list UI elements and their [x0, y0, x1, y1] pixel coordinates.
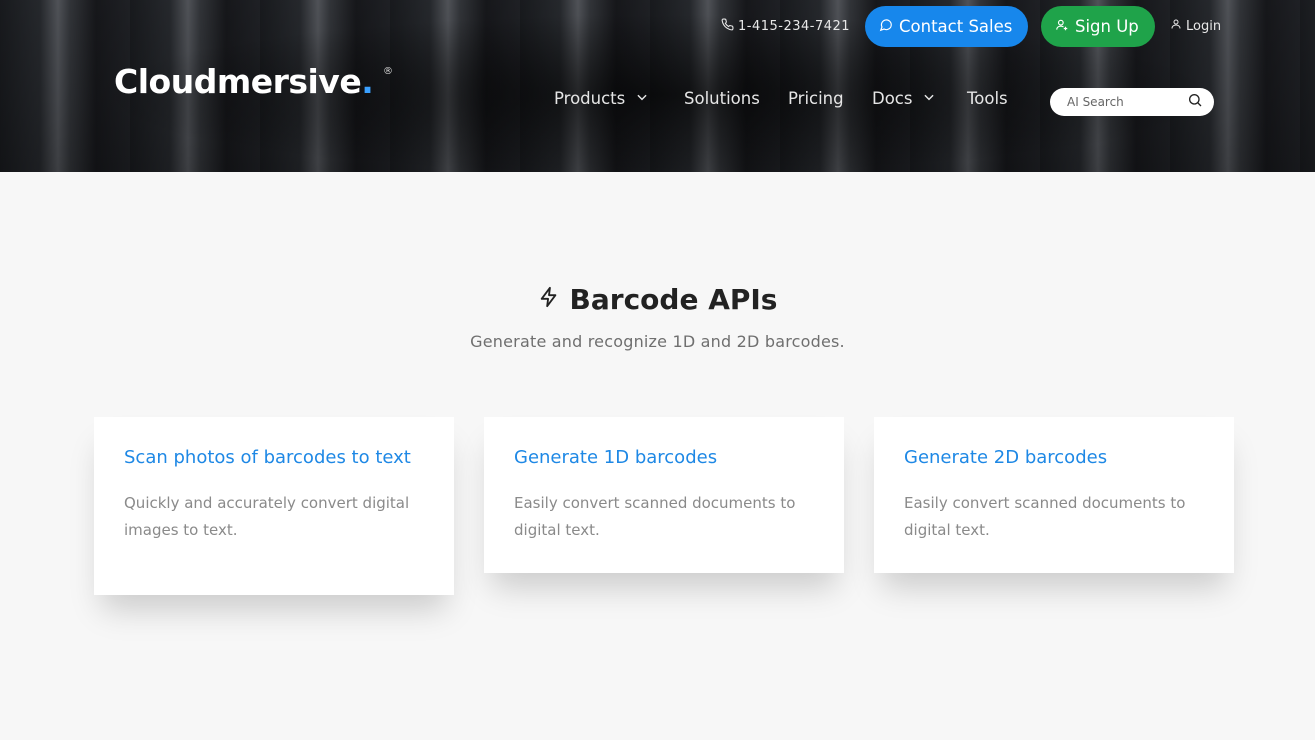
sign-up-button[interactable]: Sign Up [1041, 6, 1155, 47]
login-link[interactable]: Login [1170, 18, 1221, 34]
phone-icon [721, 18, 734, 35]
card-title[interactable]: Generate 1D barcodes [514, 447, 814, 469]
ai-search-box [1050, 88, 1214, 116]
card-scan-barcodes[interactable]: Scan photos of barcodes to text Quickly … [94, 417, 454, 595]
contact-sales-button[interactable]: Contact Sales [865, 6, 1028, 47]
logo-registered-mark: ® [383, 66, 393, 77]
brand-logo[interactable]: Cloudmersive. ® [114, 62, 393, 101]
section-title-text: Barcode APIs [569, 283, 778, 316]
phone-link[interactable]: 1-415-234-7421 [721, 18, 850, 35]
bolt-icon [538, 283, 560, 316]
sign-up-label: Sign Up [1075, 17, 1139, 36]
ai-search-input[interactable] [1067, 95, 1187, 109]
card-generate-1d[interactable]: Generate 1D barcodes Easily convert scan… [484, 417, 844, 573]
nav-products-label: Products [554, 89, 626, 108]
login-label: Login [1186, 18, 1222, 34]
nav-solutions-label: Solutions [684, 89, 760, 108]
nav-tools[interactable]: Tools [967, 89, 1008, 108]
section-title: Barcode APIs [0, 283, 1315, 316]
section-subtitle: Generate and recognize 1D and 2D barcode… [470, 332, 845, 351]
card-title[interactable]: Scan photos of barcodes to text [124, 447, 424, 469]
contact-sales-label: Contact Sales [899, 17, 1013, 36]
card-title[interactable]: Generate 2D barcodes [904, 447, 1204, 469]
logo-text: Cloudmersive [114, 62, 362, 101]
site-header: Cloudmersive. ® 1-415-234-7421 Contact S… [0, 0, 1315, 172]
nav-pricing-label: Pricing [788, 89, 844, 108]
search-icon[interactable] [1187, 92, 1203, 112]
logo-dot: . [361, 62, 374, 101]
nav-solutions[interactable]: Solutions [684, 89, 760, 108]
chat-icon [879, 17, 893, 36]
user-plus-icon [1055, 17, 1069, 36]
nav-tools-label: Tools [967, 89, 1008, 108]
card-generate-2d[interactable]: Generate 2D barcodes Easily convert scan… [874, 417, 1234, 573]
nav-docs-label: Docs [872, 89, 913, 108]
card-description: Easily convert scanned documents to digi… [904, 494, 1186, 539]
chevron-down-icon [922, 89, 936, 108]
card-description: Quickly and accurately convert digital i… [124, 494, 410, 539]
user-icon [1170, 18, 1182, 34]
phone-number: 1-415-234-7421 [738, 19, 851, 34]
card-description: Easily convert scanned documents to digi… [514, 494, 796, 539]
nav-products[interactable]: Products [554, 89, 649, 108]
chevron-down-icon [635, 89, 649, 108]
nav-docs[interactable]: Docs [872, 89, 936, 108]
nav-pricing[interactable]: Pricing [788, 89, 844, 108]
